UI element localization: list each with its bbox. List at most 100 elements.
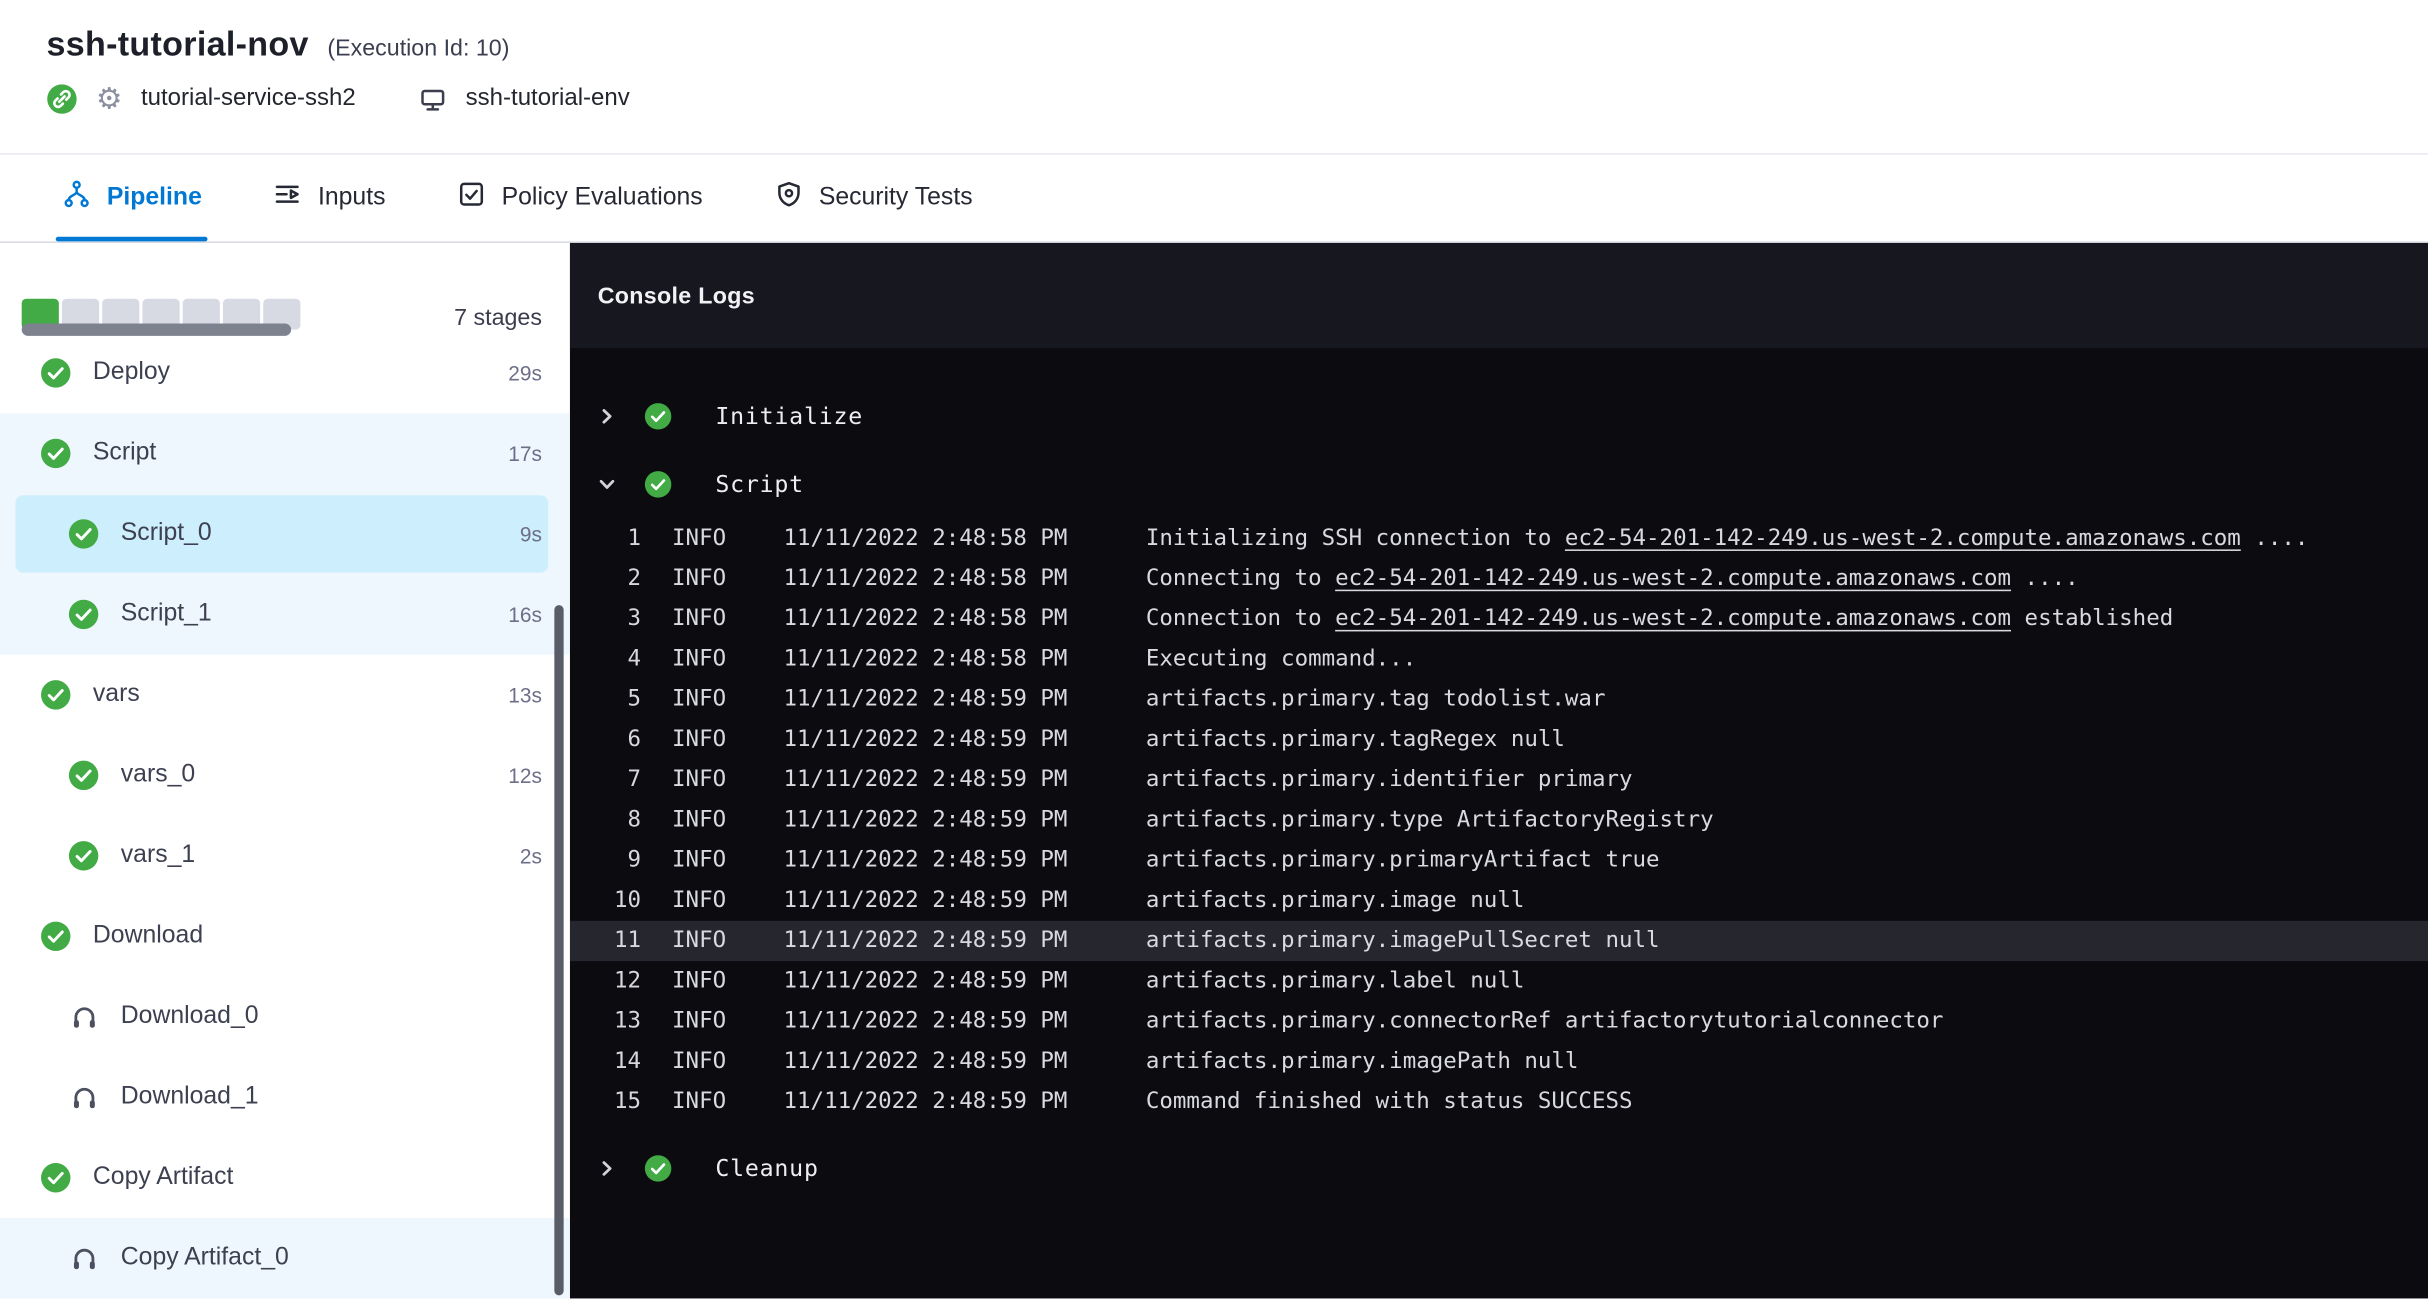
log-section-initialize[interactable]: Initialize [570, 382, 2428, 450]
console-header: Console Logs [570, 243, 2428, 348]
hostname-link[interactable]: ec2-54-201-142-249.us-west-2.compute.ama… [1335, 566, 2011, 591]
hostname-link[interactable]: ec2-54-201-142-249.us-west-2.compute.ama… [1335, 607, 2011, 632]
log-line[interactable]: 4INFO11/11/2022 2:48:58 PMExecuting comm… [570, 639, 2428, 679]
environment-icon [418, 84, 447, 113]
progress-overlay-bar[interactable] [22, 323, 291, 335]
execution-header: ssh-tutorial-nov (Execution Id: 10) ⚙ tu… [0, 0, 2428, 155]
log-line[interactable]: 14INFO11/11/2022 2:48:59 PMartifacts.pri… [570, 1042, 2428, 1082]
success-icon [40, 921, 71, 952]
tab-pipeline[interactable]: Pipeline [62, 155, 202, 242]
log-level: INFO [672, 848, 746, 873]
stage-duration: 13s [508, 683, 542, 706]
stage-label: Script [93, 440, 508, 468]
hostname-link[interactable]: ec2-54-201-142-249.us-west-2.compute.ama… [1565, 526, 2241, 551]
log-line[interactable]: 11INFO11/11/2022 2:48:59 PMartifacts.pri… [570, 921, 2428, 961]
log-level: INFO [672, 607, 746, 632]
tab-policy-evaluations[interactable]: Policy Evaluations [457, 155, 703, 242]
log-line[interactable]: 5INFO11/11/2022 2:48:59 PMartifacts.prim… [570, 679, 2428, 719]
step-icon [68, 1001, 99, 1032]
log-message: Executing command... [1146, 647, 1416, 672]
service-label[interactable]: tutorial-service-ssh2 [141, 85, 356, 113]
log-level: INFO [672, 1049, 746, 1074]
execution-id: (Execution Id: 10) [327, 36, 509, 62]
log-line-number: 10 [570, 888, 641, 913]
log-level: INFO [672, 768, 746, 793]
success-icon [644, 1155, 672, 1183]
log-line[interactable]: 1INFO11/11/2022 2:48:58 PMInitializing S… [570, 518, 2428, 558]
log-text: artifacts.primary.label null [1146, 969, 1525, 994]
log-line-number: 13 [570, 1009, 641, 1034]
chevron-right-icon[interactable] [592, 1159, 623, 1178]
chevron-right-icon[interactable] [592, 407, 623, 426]
success-icon [40, 679, 71, 710]
log-message: artifacts.primary.type ArtifactoryRegist… [1146, 808, 1714, 833]
success-icon [644, 470, 672, 498]
log-line[interactable]: 3INFO11/11/2022 2:48:58 PMConnection to … [570, 599, 2428, 639]
log-line[interactable]: 6INFO11/11/2022 2:48:59 PMartifacts.prim… [570, 720, 2428, 760]
gear-icon[interactable]: ⚙ [96, 84, 122, 113]
stage-label: Script_1 [121, 600, 508, 628]
log-timestamp: 11/11/2022 2:48:59 PM [784, 1009, 1115, 1034]
environment-label[interactable]: ssh-tutorial-env [466, 85, 630, 113]
log-text: artifacts.primary.tag todolist.war [1146, 687, 1606, 712]
log-timestamp: 11/11/2022 2:48:58 PM [784, 607, 1115, 632]
success-icon [40, 358, 71, 389]
log-line[interactable]: 10INFO11/11/2022 2:48:59 PMartifacts.pri… [570, 881, 2428, 921]
log-message: Connecting to ec2-54-201-142-249.us-west… [1146, 566, 2079, 591]
tab-security-tests[interactable]: Security Tests [774, 155, 973, 242]
log-timestamp: 11/11/2022 2:48:58 PM [784, 526, 1115, 551]
log-line-number: 7 [570, 768, 641, 793]
success-icon [644, 402, 672, 430]
stage-duration: 16s [508, 603, 542, 626]
stage-label: Copy Artifact_0 [121, 1244, 542, 1272]
log-line-number: 14 [570, 1049, 641, 1074]
log-level: INFO [672, 727, 746, 752]
log-text: artifacts.primary.imagePullSecret null [1146, 929, 1660, 954]
app-window: ssh-tutorial-nov (Execution Id: 10) ⚙ tu… [0, 0, 2428, 1300]
log-line[interactable]: 9INFO11/11/2022 2:48:59 PMartifacts.prim… [570, 840, 2428, 880]
log-text: .... [2011, 566, 2079, 591]
log-timestamp: 11/11/2022 2:48:58 PM [784, 647, 1115, 672]
log-level: INFO [672, 969, 746, 994]
log-message: artifacts.primary.connectorRef artifacto… [1146, 1009, 1944, 1034]
log-line-number: 15 [570, 1090, 641, 1115]
log-timestamp: 11/11/2022 2:48:59 PM [784, 848, 1115, 873]
log-line[interactable]: 7INFO11/11/2022 2:48:59 PMartifacts.prim… [570, 760, 2428, 800]
log-line[interactable]: 2INFO11/11/2022 2:48:58 PMConnecting to … [570, 559, 2428, 599]
log-level: INFO [672, 929, 746, 954]
tab-bar: Pipeline Inputs Policy Evaluations Secur… [0, 155, 2428, 243]
stage-row[interactable]: Download_1 [0, 1057, 570, 1137]
log-text: Connecting to [1146, 566, 1335, 591]
stage-sidebar: 7 stages Deploy29sScript17sScript_09sScr… [0, 243, 570, 1298]
stage-row[interactable]: Download [0, 896, 570, 976]
stage-row[interactable]: vars_12s [0, 816, 570, 896]
stage-row[interactable]: vars13s [0, 655, 570, 735]
success-icon [68, 599, 99, 630]
log-text: artifacts.primary.identifier primary [1146, 768, 1633, 793]
success-icon [68, 840, 99, 871]
tab-inputs[interactable]: Inputs [273, 155, 385, 242]
chevron-down-icon[interactable] [592, 475, 623, 494]
log-level: INFO [672, 566, 746, 591]
stage-row[interactable]: Script17s [0, 413, 570, 493]
log-line[interactable]: 13INFO11/11/2022 2:48:59 PMartifacts.pri… [570, 1001, 2428, 1041]
success-icon [40, 1162, 71, 1193]
stage-row[interactable]: Copy Artifact_0 [0, 1218, 570, 1298]
stage-row[interactable]: Deploy29s [0, 354, 570, 413]
stage-row[interactable]: Script_09s [0, 494, 570, 574]
stage-row[interactable]: Copy Artifact [0, 1138, 570, 1218]
log-section-cleanup[interactable]: Cleanup [570, 1134, 2428, 1202]
log-line-number: 4 [570, 647, 641, 672]
log-line[interactable]: 15INFO11/11/2022 2:48:59 PMCommand finis… [570, 1082, 2428, 1122]
stage-row[interactable]: Download_0 [0, 977, 570, 1057]
log-text: established [2011, 607, 2173, 632]
stage-row[interactable]: vars_012s [0, 735, 570, 815]
log-line[interactable]: 8INFO11/11/2022 2:48:59 PMartifacts.prim… [570, 800, 2428, 840]
stage-label: vars_1 [121, 842, 520, 870]
log-line[interactable]: 12INFO11/11/2022 2:48:59 PMartifacts.pri… [570, 961, 2428, 1001]
log-text: artifacts.primary.tagRegex null [1146, 727, 1565, 752]
inputs-icon [273, 180, 302, 217]
sidebar-scrollbar-thumb[interactable] [554, 605, 563, 1295]
log-section-script[interactable]: Script [570, 450, 2428, 518]
stage-row[interactable]: Script_116s [0, 574, 570, 654]
